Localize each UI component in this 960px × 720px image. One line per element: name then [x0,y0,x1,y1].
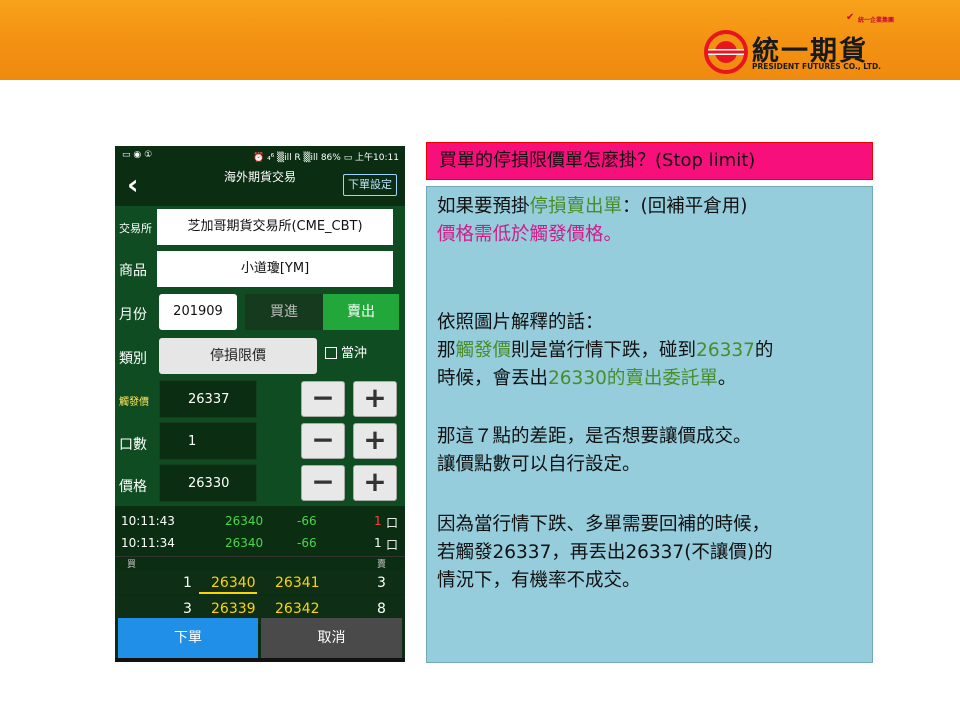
paragraph-3-line-1: 那這７點的差距，是否想要讓價成交。 [437,426,752,447]
price-label: 價格 [119,479,147,495]
tick-price: 26340 [225,514,264,528]
panel-title: 買單的停損限價單怎麼掛？(Stop limit) [426,142,873,180]
paragraph-1-line-2: 價格需低於觸發價格。 [437,224,623,245]
phone-screenshot: ▭ ◉ ① ⏰ ₄⁶ ▒ill R ▒ill 86% ▭ 上午10:11 ‹ 海… [115,146,405,662]
product-select[interactable]: 小道瓊[YM] [157,251,393,287]
text-span: 時候，會丟出 [437,368,549,389]
checkbox-icon [325,347,337,359]
paragraph-3-line-2: 讓價點數可以自行設定。 [437,454,641,475]
submit-order-button[interactable]: 下單 [118,618,258,658]
bid-qty: 3 [183,601,192,617]
status-left-icons: ▭ ◉ ① [122,150,153,160]
quantity-label: 口數 [119,437,147,453]
list-item: 10:11:34 26340 -66 1 口 [115,532,405,554]
text-span: 那 [437,340,456,361]
ask-qty: 8 [377,601,386,617]
tick-change: -66 [297,514,317,528]
tick-price: 26340 [225,536,264,550]
quantity-minus-button[interactable]: − [301,423,345,459]
product-label: 商品 [119,263,147,279]
day-trade-label: 當沖 [341,346,368,361]
bid-header: 買 [127,560,137,570]
paragraph-2-line-1: 依照圖片解釋的話： [437,312,604,333]
logo-tagline: 統一企業集團 [858,17,895,24]
text-span: ：(回補平倉用) [622,196,748,217]
paragraph-2-line-2: 那觸發價則是當行情下跌，碰到26337的 [437,337,773,365]
order-type-select[interactable]: 停損限價 [159,338,317,374]
highlight-text: 26330的賣出委託單 [548,368,718,389]
paragraph-4-line-1: 因為當行情下跌、多單需要回補的時候， [437,514,771,535]
text-span: 則是當行情下跌，碰到 [511,340,697,361]
paragraph-1-line-1: 如果要預掛停損賣出單：(回補平倉用) [437,193,747,221]
tick-time: 10:11:34 [121,536,175,550]
bottom-edge [115,658,405,662]
trigger-plus-button[interactable]: + [353,381,397,417]
exchange-label: 交易所 [119,222,152,235]
status-bar: ▭ ◉ ① ⏰ ₄⁶ ▒ill R ▒ill 86% ▭ 上午10:11 [115,146,405,166]
text-span: 的 [754,340,774,361]
ask-header: 賣 [377,560,387,570]
price-plus-button[interactable]: + [353,465,397,501]
company-logo: ✔ 統一企業集團 統一期貨 PRESIDENT FUTURES CO., LTD… [700,12,910,75]
explanation-panel: 如果要預掛停損賣出單：(回補平倉用) 價格需低於觸發價格。 依照圖片解釋的話： … [426,186,873,663]
tick-list: 10:11:43 26340 -66 1 口 10:11:34 26340 -6… [115,508,405,556]
tick-unit: 口 [386,538,399,552]
month-select[interactable]: 201909 [159,294,237,330]
day-trade-checkbox[interactable]: 當沖 [325,342,367,361]
tick-time: 10:11:43 [121,514,175,528]
buy-button[interactable]: 買進 [245,294,323,330]
highlight-text: 26337 [696,340,755,361]
price-underline [199,592,257,594]
bid-qty: 1 [183,575,192,591]
logo-english-name: PRESIDENT FUTURES CO., LTD. [752,62,882,71]
order-settings-button[interactable]: 下單設定 [343,174,397,196]
trigger-label: 觸發價 [119,397,149,408]
list-item: 10:11:43 26340 -66 1 口 [115,510,405,532]
paragraph-4-line-2: 若觸發26337，再丟出26337(不讓價)的 [437,542,773,563]
trigger-price-input[interactable]: 26337 [159,380,257,418]
order-book-header: 買 賣 [115,556,405,570]
tick-unit: 口 [386,516,399,530]
ask-price: 26342 [275,601,320,617]
text-span: 。 [717,368,737,389]
month-label: 月份 [119,307,147,323]
table-row[interactable]: 3 26339 26342 8 [115,596,405,620]
quantity-input[interactable]: 1 [159,422,257,460]
ask-price: 26341 [275,575,320,591]
tick-qty: 1 [374,514,382,528]
cancel-button[interactable]: 取消 [261,618,402,658]
header-bar: ✔ 統一企業集團 統一期貨 PRESIDENT FUTURES CO., LTD… [0,0,960,80]
type-label: 類別 [119,351,147,367]
sell-button[interactable]: 賣出 [323,294,399,330]
paragraph-2-line-3: 時候，會丟出26330的賣出委託單。 [437,365,736,393]
text-span: 如果要預掛 [437,196,530,217]
highlight-text: 觸發價 [455,340,512,361]
table-row[interactable]: 1 26340 26341 3 [115,570,405,594]
price-input[interactable]: 26330 [159,464,257,502]
tick-qty: 1 [374,536,382,550]
bid-price: 26339 [211,601,256,617]
logo-mark-icon [704,30,748,74]
bid-price: 26340 [211,575,256,591]
status-right-info: ⏰ ₄⁶ ▒ill R ▒ill 86% ▭ 上午10:11 [253,153,399,163]
check-icon: ✔ [846,12,855,23]
exchange-select[interactable]: 芝加哥期貨交易所(CME_CBT) [157,209,393,245]
trigger-minus-button[interactable]: − [301,381,345,417]
order-form: 交易所 芝加哥期貨交易所(CME_CBT) 商品 小道瓊[YM] 月份 2019… [115,206,405,506]
highlight-text: 停損賣出單 [529,196,623,217]
quantity-plus-button[interactable]: + [353,423,397,459]
app-bar: ‹ 海外期貨交易 下單設定 [115,166,405,206]
price-minus-button[interactable]: − [301,465,345,501]
ask-qty: 3 [377,575,386,591]
tick-change: -66 [297,536,317,550]
paragraph-4-line-3: 情況下，有機率不成交。 [437,570,641,591]
